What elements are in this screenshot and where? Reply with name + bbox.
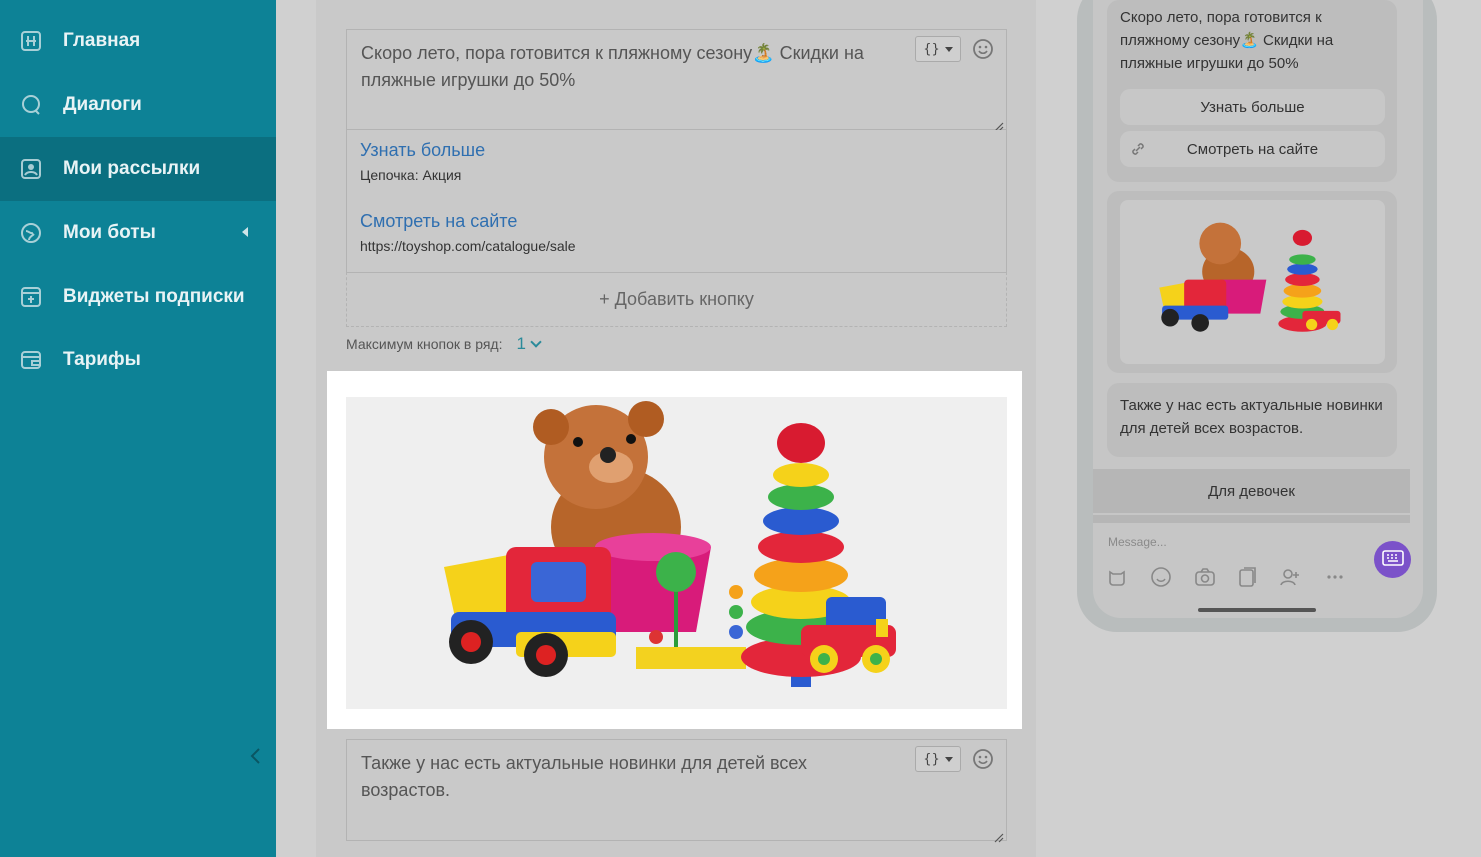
keyboard-icon bbox=[1381, 549, 1404, 570]
max-buttons-value: 1 bbox=[516, 334, 526, 353]
chevron-down-icon bbox=[944, 756, 953, 762]
more-icon[interactable] bbox=[1324, 566, 1346, 588]
preview-keyboard-next bbox=[1093, 515, 1410, 523]
home-icon bbox=[20, 30, 42, 52]
preview-message-2: Также у нас есть актуальные новинки для … bbox=[1107, 383, 1397, 457]
button-title[interactable]: Смотреть на сайте bbox=[360, 211, 993, 232]
sidebar-item-label: Мои боты bbox=[63, 222, 156, 243]
add-button[interactable]: + Добавить кнопку bbox=[346, 272, 1007, 327]
camera-icon[interactable] bbox=[1194, 566, 1216, 588]
preview-button-site[interactable]: Смотреть на сайте bbox=[1120, 131, 1385, 167]
home-indicator bbox=[1198, 608, 1316, 612]
sticker-icon[interactable] bbox=[1106, 566, 1128, 588]
message-editor-1[interactable]: Скоро лето, пора готовится к пляжному се… bbox=[346, 29, 1007, 132]
preview-image-bubble bbox=[1107, 191, 1397, 373]
sidebar-item-label: Виджеты подписки bbox=[63, 286, 245, 307]
collapse-sidebar-icon[interactable] bbox=[248, 746, 264, 766]
button-subtitle: Цепочка: Акция bbox=[360, 167, 462, 183]
button-title[interactable]: Узнать больше bbox=[360, 140, 993, 161]
keyboard-toggle-button[interactable] bbox=[1374, 541, 1411, 578]
chat-icon bbox=[20, 94, 42, 116]
sidebar-item-label: Тарифы bbox=[63, 349, 141, 370]
sidebar-item-bots[interactable]: Мои боты bbox=[0, 201, 276, 265]
sidebar: Главная Диалоги Мои рассылки Мои боты Ви… bbox=[0, 0, 276, 857]
button-subtitle: https://toyshop.com/catalogue/sale bbox=[360, 238, 576, 254]
preview-keyboard-button[interactable]: Для девочек bbox=[1093, 469, 1410, 513]
sidebar-item-label: Диалоги bbox=[63, 94, 142, 115]
emoji-icon[interactable] bbox=[972, 748, 994, 770]
message-button-2[interactable]: Смотреть на сайте https://toyshop.com/ca… bbox=[346, 201, 1007, 273]
bot-icon bbox=[20, 222, 42, 244]
gallery-icon[interactable] bbox=[1236, 566, 1258, 588]
message-button-1[interactable]: Узнать больше Цепочка: Акция bbox=[346, 130, 1007, 202]
caret-left-icon bbox=[242, 227, 248, 237]
variables-dropdown[interactable]: {} bbox=[915, 746, 961, 772]
max-buttons-select[interactable]: 1 bbox=[516, 334, 542, 354]
emoji-icon[interactable] bbox=[972, 38, 994, 60]
sidebar-item-home[interactable]: Главная bbox=[0, 9, 276, 73]
sidebar-item-mailings[interactable]: Мои рассылки bbox=[0, 137, 276, 201]
widget-icon bbox=[20, 286, 42, 308]
resize-handle-icon[interactable] bbox=[994, 117, 1004, 132]
preview-button-label: Узнать больше bbox=[1200, 98, 1305, 116]
link-icon bbox=[1130, 141, 1146, 161]
emoji-icon[interactable] bbox=[1150, 566, 1172, 588]
variables-label: {} bbox=[923, 751, 940, 767]
message-input[interactable]: Message... bbox=[1108, 535, 1167, 549]
sidebar-item-tariffs[interactable]: Тарифы bbox=[0, 328, 276, 392]
message-text[interactable]: Скоро лето, пора готовится к пляжному се… bbox=[361, 40, 901, 94]
max-buttons-label: Максимум кнопок в ряд: bbox=[346, 336, 503, 352]
toys-illustration bbox=[444, 401, 896, 687]
sidebar-item-label: Мои рассылки bbox=[63, 158, 201, 179]
message-text[interactable]: Также у нас есть актуальные новинки для … bbox=[361, 750, 901, 804]
preview-button-label: Смотреть на сайте bbox=[1186, 140, 1319, 158]
max-buttons-row: Максимум кнопок в ряд: 1 bbox=[346, 334, 542, 354]
message-editor-2[interactable]: Также у нас есть актуальные новинки для … bbox=[346, 739, 1007, 843]
resize-handle-icon[interactable] bbox=[994, 828, 1004, 843]
variables-label: {} bbox=[923, 41, 940, 57]
sidebar-item-label: Главная bbox=[63, 30, 141, 51]
chevron-down-icon bbox=[944, 46, 953, 52]
chevron-down-icon bbox=[530, 336, 542, 348]
wallet-icon bbox=[20, 349, 42, 371]
mailing-icon bbox=[20, 158, 42, 180]
toys-thumbnail bbox=[1159, 222, 1341, 332]
preview-button-learn-more[interactable]: Узнать больше bbox=[1120, 89, 1385, 125]
preview-image[interactable] bbox=[1120, 200, 1385, 364]
keyboard-button-label: Для девочек bbox=[1208, 482, 1295, 500]
toys-image[interactable] bbox=[346, 397, 1007, 709]
sidebar-item-widgets[interactable]: Виджеты подписки bbox=[0, 265, 276, 329]
sidebar-item-dialogs[interactable]: Диалоги bbox=[0, 73, 276, 137]
preview-message-text: Также у нас есть актуальные новинки для … bbox=[1120, 397, 1383, 437]
add-contact-icon[interactable] bbox=[1279, 566, 1301, 588]
preview-message-text: Скоро лето, пора готовится к пляжному се… bbox=[1120, 9, 1334, 72]
variables-dropdown[interactable]: {} bbox=[915, 36, 961, 62]
